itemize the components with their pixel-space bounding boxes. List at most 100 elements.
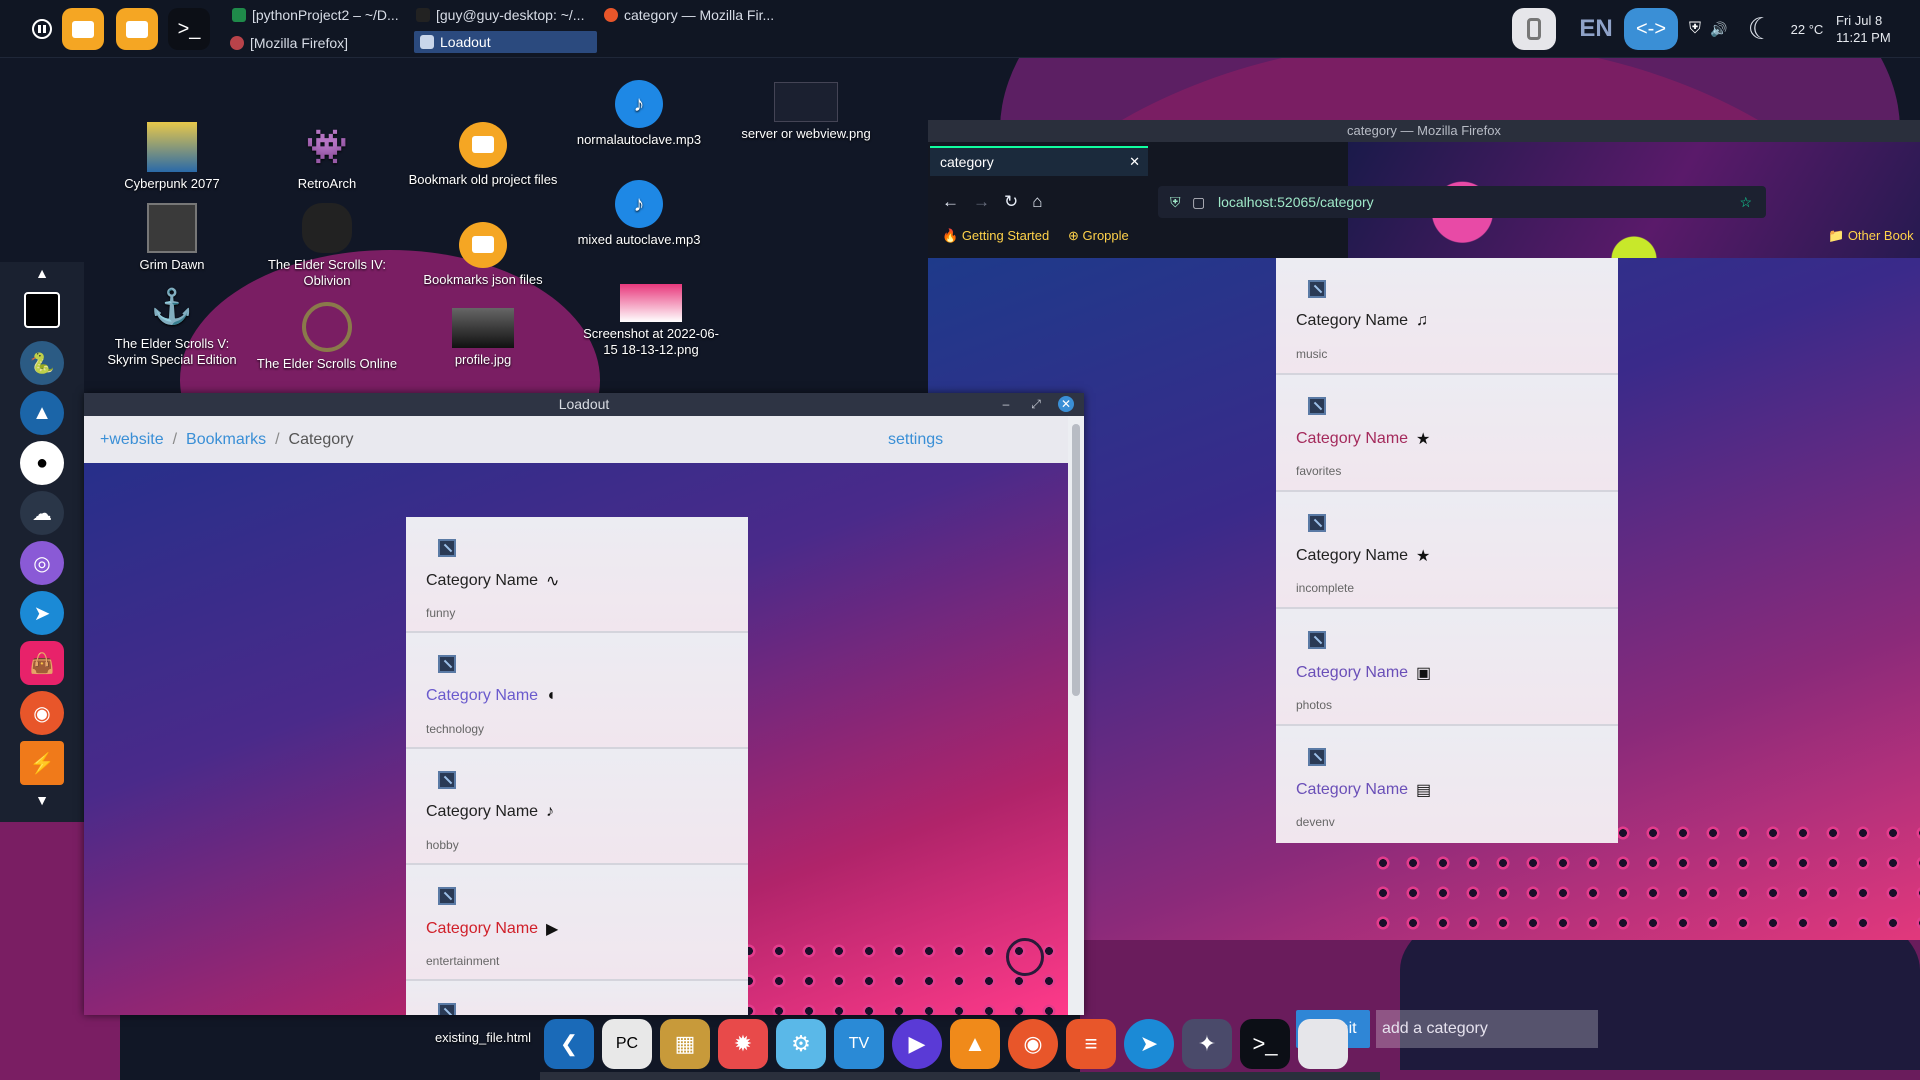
desktop-icon-oblivion[interactable]: The Elder Scrolls IV: Oblivion [252,203,402,289]
desktop-icon-retroarch[interactable]: 👾 RetroArch [252,122,402,192]
desktop-icon-cyberpunk[interactable]: Cyberpunk 2077 [97,122,247,192]
desktop-icon-skyrim[interactable]: ⚓ The Elder Scrolls V: Skyrim Special Edi… [97,282,247,368]
dock-scroll-up-icon[interactable]: ▲ [20,265,64,281]
color-app-icon[interactable]: ◎ [20,541,64,585]
category-card[interactable]: Category Name ★ favorites [1276,375,1618,492]
popcorn-icon[interactable]: ✹ [718,1019,768,1069]
desktop-icon-profile[interactable]: profile.jpg [408,308,558,368]
bookmark-other-folder[interactable]: 📁 Other Book [1828,228,1914,244]
category-card[interactable]: Category Name ▤ devenv [1276,726,1618,843]
firefox-dock-icon[interactable]: ◉ [20,691,64,735]
scrollbar[interactable] [1068,416,1084,1015]
pycharm-dock-icon[interactable]: PC [602,1019,652,1069]
tv-app-icon[interactable]: TV [834,1019,884,1069]
radio-icon[interactable]: ▦ [660,1019,710,1069]
task-firefox-category[interactable]: category — Mozilla Fir... [604,4,784,26]
firefox-dock-icon-2[interactable]: ◉ [1008,1019,1058,1069]
desktop-icon-grim-dawn[interactable]: Grim Dawn [97,203,247,273]
terminal-icon[interactable]: >_ [168,8,210,50]
settings-link[interactable]: settings [888,431,943,449]
bookmark-star-icon[interactable]: ☆ [1739,186,1752,218]
cyberpunk-icon [147,122,197,172]
desktop-icon-normalautoclave[interactable]: ♪ normalautoclave.mp3 [564,80,714,148]
desktop-icon-server-webview[interactable]: server or webview.png [731,82,881,142]
category-card[interactable]: Category Name ∿ funny [406,517,748,633]
language-indicator[interactable]: EN [1574,8,1618,50]
clock-time: 11:21 PM [1836,30,1891,45]
bookmark-getting-started[interactable]: 🔥 Getting Started [942,228,1049,244]
back-icon[interactable]: ← [942,192,973,211]
category-card[interactable]: Category Name ▣ photos [1276,609,1618,726]
firefox-titlebar[interactable]: category — Mozilla Firefox [928,120,1920,142]
desktop-icon-existing-file[interactable]: existing_file.html [408,1030,558,1046]
volume-icon[interactable]: 🔊 [1708,8,1730,50]
home-icon[interactable]: ⌂ [1032,192,1056,211]
dock-workspace-icon[interactable] [24,292,60,328]
browser-compass-icon[interactable]: ➤ [20,591,64,635]
desktop-icon-bookmarks-json[interactable]: Bookmarks json files [408,222,558,288]
desktop-icon-elder-scrolls-online[interactable]: The Elder Scrolls Online [252,302,402,372]
desktop-icon-bookmark-folder[interactable]: Bookmark old project files [408,122,558,188]
add-category-input[interactable]: add a category [1376,1010,1598,1048]
lock-icon[interactable]: ▢ [1192,186,1205,218]
files-app-icon-2[interactable] [116,8,158,50]
store-bag-icon[interactable]: 👜 [20,641,64,685]
remote-desktop-icon[interactable]: <-> [1624,8,1678,50]
category-card[interactable]: Category Name ♫ music [1276,258,1618,375]
github-icon[interactable]: ● [20,441,64,485]
task-firefox[interactable]: [Mozilla Firefox] [230,32,410,54]
refresh-fab-icon[interactable] [1006,938,1044,976]
desktop-icon-mixed-autoclave[interactable]: ♪ mixed autoclave.mp3 [564,180,714,248]
category-card[interactable] [406,981,748,1015]
minimize-icon[interactable]: – [998,396,1014,412]
cloud-icon[interactable]: ☁ [20,491,64,535]
category-thumbnail-icon [1308,631,1326,649]
media-player-icon[interactable]: ▶ [892,1019,942,1069]
breadcrumb-bookmarks-link[interactable]: Bookmarks [186,431,266,449]
mountain-app-icon[interactable]: ▲ [20,391,64,435]
task-loadout[interactable]: Loadout [414,31,597,53]
task-terminal[interactable]: [guy@guy-desktop: ~/... [416,4,602,26]
category-label: favorites [1296,464,1342,478]
image-file-icon-3 [620,284,682,322]
category-card[interactable]: Category Name ♪ hobby [406,749,748,865]
desktop-icon-screenshot[interactable]: Screenshot at 2022-06-15 18-13-12.png [576,284,726,358]
folder-icon [459,122,507,168]
tab-category[interactable]: category ✕ [930,146,1148,176]
vlc-icon[interactable]: ▲ [950,1019,1000,1069]
blank-app-icon[interactable] [1298,1019,1348,1069]
shield-tracking-icon[interactable]: ⛨ [1170,186,1181,218]
close-window-icon[interactable]: ✕ [1058,396,1074,412]
close-tab-icon[interactable]: ✕ [1129,148,1140,176]
notes-icon[interactable]: ≡ [1066,1019,1116,1069]
clock[interactable]: Fri Jul 8 11:21 PM [1836,12,1891,46]
url-bar[interactable]: ⛨ ▢ localhost:52065/category ☆ [1158,186,1766,218]
category-label: hobby [426,838,459,852]
usb-drive-icon[interactable] [1512,8,1556,50]
category-label: photos [1296,698,1333,712]
files-app-icon[interactable] [62,8,104,50]
task-pycharm[interactable]: [pythonProject2 – ~/D... [232,4,422,26]
category-card[interactable]: Category Name ▶ entertainment [406,865,748,981]
terminal-dock-icon[interactable]: >_ [1240,1019,1290,1069]
steam-icon[interactable]: ⚙ [776,1019,826,1069]
retroarch-icon: 👾 [305,128,349,166]
scrollbar-thumb[interactable] [1072,424,1080,696]
gimp-like-icon[interactable]: ✦ [1182,1019,1232,1069]
maximize-icon[interactable]: ⤢ [1028,396,1044,412]
bookmark-gropple[interactable]: ⊕ Gropple [1068,228,1129,244]
compass-dock-icon[interactable]: ➤ [1124,1019,1174,1069]
loadout-titlebar[interactable]: Loadout – ⤢ ✕ [84,393,1084,416]
dock-scroll-down-icon[interactable]: ▼ [20,792,64,808]
bolt-app-icon[interactable]: ⚡ [20,741,64,785]
category-card[interactable]: Category Name ◖ technology [406,633,748,749]
python-icon[interactable]: 🐍 [20,341,64,385]
shield-icon[interactable]: ⛨ [1684,8,1706,50]
app-menu-icon[interactable] [22,8,62,50]
category-card[interactable]: Category Name ★ incomplete [1276,492,1618,609]
vscode-icon[interactable]: ❮ [544,1019,594,1069]
forward-icon[interactable]: → [973,192,1004,211]
reload-icon[interactable]: ↻ [1004,192,1032,211]
weather-moon-cloud-icon: ☾ [1747,12,1775,46]
breadcrumb-home-link[interactable]: +website [100,431,164,449]
